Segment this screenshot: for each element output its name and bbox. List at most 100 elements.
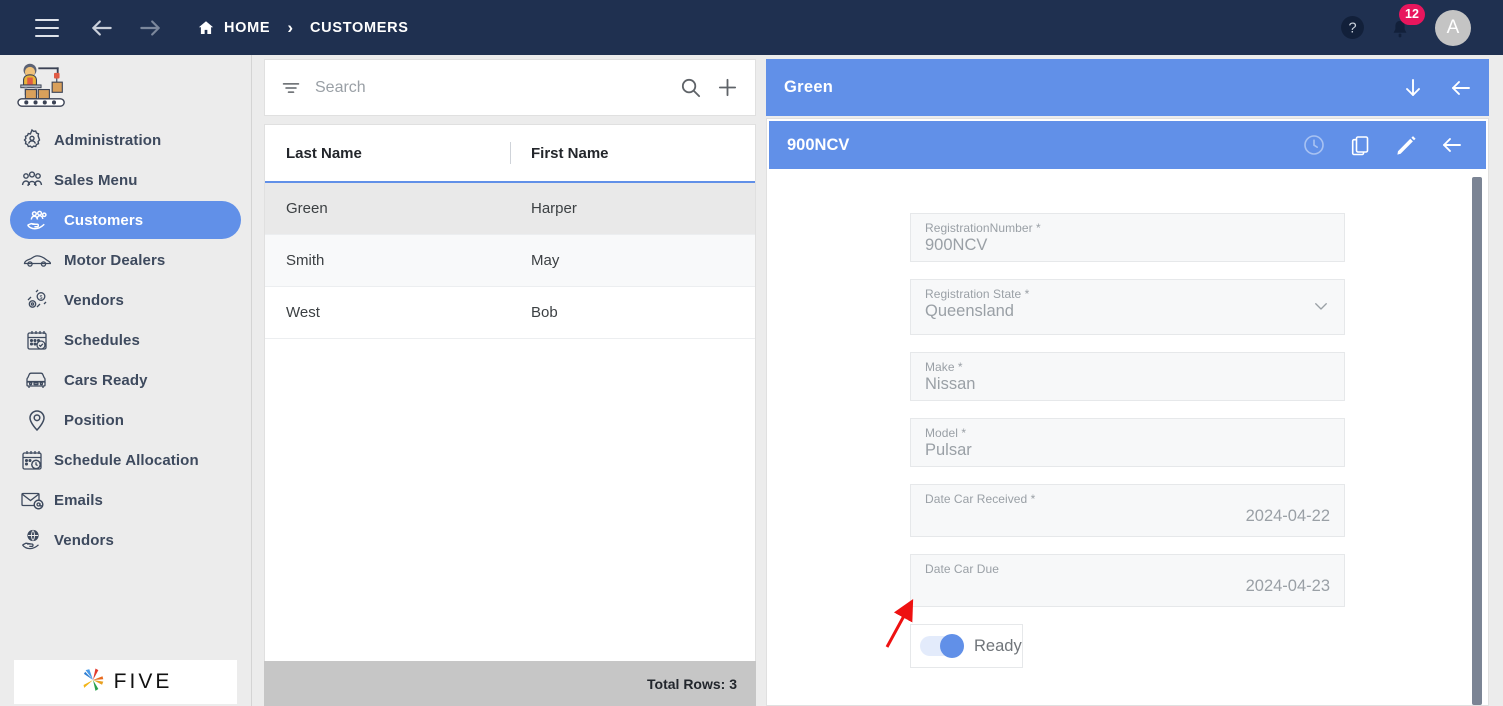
field-date-car-received[interactable]: Date Car Received * 2024-04-22 [910, 484, 1345, 537]
sidebar-item-schedule-allocation[interactable]: Schedule Allocation [10, 441, 241, 479]
sidebar-item-label: Administration [54, 131, 162, 149]
sidebar-footer-logo: FIVE [14, 660, 237, 704]
table-row[interactable]: West Bob [265, 287, 755, 339]
sidebar-item-vendors-2[interactable]: Vendors [10, 521, 241, 559]
sidebar-item-cars-ready[interactable]: Cars Ready [10, 361, 241, 399]
breadcrumb-item-customers[interactable]: CUSTOMERS [302, 16, 417, 40]
hamburger-icon[interactable] [35, 18, 59, 37]
table-row[interactable]: Smith May [265, 235, 755, 287]
app-root: HOME › CUSTOMERS ? 12 A Administration S… [0, 0, 1503, 706]
breadcrumb-home-label: HOME [224, 19, 271, 36]
field-label: Registration State * [925, 287, 1030, 301]
close-inner-icon[interactable] [1440, 133, 1464, 157]
detail-outer-title: Green [784, 78, 834, 96]
column-header-last-name[interactable]: Last Name [265, 145, 510, 162]
sidebar-item-customers[interactable]: Customers [10, 201, 241, 239]
arrow-right-icon[interactable] [137, 15, 163, 41]
car-side-icon [10, 250, 64, 270]
sidebar-item-label: Cars Ready [64, 371, 148, 389]
notifications-button[interactable]: 12 [1387, 3, 1425, 42]
customer-table: Last Name First Name Green Harper Smith … [264, 124, 756, 696]
clock-history-icon[interactable] [1302, 133, 1326, 157]
search-input[interactable] [315, 78, 665, 97]
ready-toggle[interactable]: Ready [910, 624, 1023, 668]
table-footer: Total Rows: 3 [264, 661, 756, 706]
customer-list-panel: Last Name First Name Green Harper Smith … [264, 59, 756, 706]
calendar-clock-icon [10, 448, 54, 472]
field-model[interactable]: Model * Pulsar [910, 418, 1345, 467]
pencil-icon[interactable] [1394, 133, 1418, 157]
search-bar [264, 59, 756, 116]
factory-worker-logo-icon [14, 60, 70, 113]
toggle-knob [940, 634, 964, 658]
field-make[interactable]: Make * Nissan [910, 352, 1345, 401]
field-value: Queensland [925, 302, 1014, 320]
sidebar-item-label: Customers [64, 211, 144, 229]
avatar[interactable]: A [1435, 9, 1471, 46]
sidebar-item-position[interactable]: Position [10, 401, 241, 439]
close-outer-icon[interactable] [1449, 76, 1473, 100]
detail-inner-card: 900NCV RegistrationNumber * 900NCV Regis… [766, 118, 1489, 706]
search-icon[interactable] [679, 76, 702, 99]
breadcrumb-customers-label: CUSTOMERS [309, 19, 409, 36]
plus-icon[interactable] [716, 76, 739, 99]
copy-icon[interactable] [1348, 133, 1372, 157]
notification-badge: 12 [1399, 3, 1425, 25]
field-registration-state[interactable]: Registration State * Queensland [910, 279, 1345, 335]
arrow-down-icon[interactable] [1401, 76, 1425, 100]
detail-outer-header: Green [766, 59, 1489, 116]
table-row[interactable]: Green Harper [265, 183, 755, 235]
detail-vertical-scrollbar[interactable] [1472, 177, 1482, 705]
sidebar-item-label: Position [64, 411, 124, 429]
field-label: Make * [925, 360, 963, 374]
sidebar-item-schedules[interactable]: Schedules [10, 321, 241, 359]
detail-inner-header: 900NCV [769, 121, 1486, 169]
toggle-switch[interactable] [920, 634, 964, 658]
cell-last-name: West [286, 304, 320, 321]
arrow-left-icon[interactable] [89, 15, 115, 41]
total-rows-label: Total Rows: 3 [647, 675, 737, 692]
toggle-label: Ready [974, 636, 1022, 655]
sidebar-item-label: Schedule Allocation [54, 451, 199, 469]
car-front-icon [10, 369, 64, 391]
sidebar-item-vendors-1[interactable]: $ Vendors [10, 281, 241, 319]
help-circle-icon[interactable]: ? [1340, 15, 1365, 40]
calendar-check-icon [10, 328, 64, 352]
field-label: Date Car Due [925, 562, 999, 576]
cell-first-name: Harper [531, 200, 577, 217]
column-header-first-name[interactable]: First Name [511, 145, 609, 162]
cell-first-name: May [531, 252, 560, 269]
people-group-icon [10, 168, 54, 192]
chevron-down-icon[interactable] [1312, 297, 1330, 315]
sidebar-item-sales-menu[interactable]: Sales Menu [10, 161, 241, 199]
svg-text:$: $ [40, 295, 43, 301]
sidebar-item-motor-dealers[interactable]: Motor Dealers [10, 241, 241, 279]
sidebar-item-emails[interactable]: Emails [10, 481, 241, 519]
sidebar-logo [0, 55, 251, 117]
sidebar-item-label: Sales Menu [54, 171, 138, 189]
customer-detail-panel: Green 900NCV RegistrationNumber * 900NCV… [766, 59, 1489, 706]
cell-last-name: Green [286, 200, 328, 217]
sidebar-item-label: Vendors [64, 291, 124, 309]
detail-inner-title: 900NCV [787, 135, 850, 154]
cell-last-name: Smith [286, 252, 325, 269]
breadcrumb-item-home[interactable]: HOME [189, 15, 278, 41]
sidebar-item-administration[interactable]: Administration [10, 121, 241, 159]
field-value: 2024-04-23 [1245, 577, 1330, 595]
field-label: Date Car Received * [925, 492, 1036, 506]
field-value: Nissan [925, 375, 976, 393]
field-date-car-due[interactable]: Date Car Due 2024-04-23 [910, 554, 1345, 607]
field-value: 900NCV [925, 236, 988, 254]
detail-inner-actions [1302, 133, 1470, 157]
sidebar-item-label: Motor Dealers [64, 251, 166, 269]
chevron-right-icon: › [287, 17, 293, 37]
gears-money-icon: $ [10, 288, 64, 312]
sidebar: Administration Sales Menu Customers Moto… [0, 55, 252, 706]
filter-icon[interactable] [281, 78, 301, 98]
field-registration-number[interactable]: RegistrationNumber * 900NCV [910, 213, 1345, 262]
field-label: Model * [925, 426, 967, 440]
table-header-row: Last Name First Name [265, 125, 755, 183]
sidebar-item-label: Emails [54, 491, 103, 509]
vehicle-form: RegistrationNumber * 900NCV Registration… [767, 169, 1488, 668]
cell-first-name: Bob [531, 304, 558, 321]
